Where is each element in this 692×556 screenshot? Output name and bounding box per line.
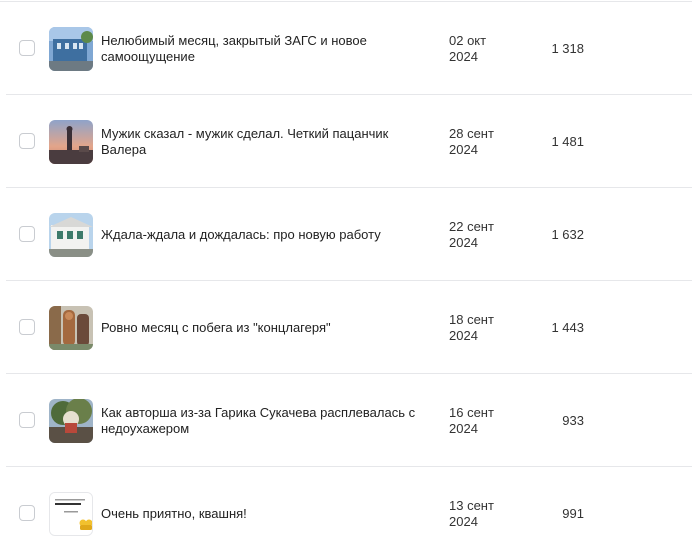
article-date: 16 сент 2024: [449, 405, 494, 436]
list-item[interactable]: Как авторша из-за Гарика Сукачева распле…: [0, 373, 692, 466]
building-photo-icon[interactable]: [49, 27, 93, 71]
row-checkbox[interactable]: [19, 40, 35, 56]
article-title[interactable]: Очень приятно, квашня!: [101, 506, 436, 522]
wooden-sculpture-photo-icon[interactable]: [49, 306, 93, 350]
list-item[interactable]: Нелюбимый месяц, закрытый ЗАГС и новое с…: [0, 1, 692, 94]
article-views: 1 632: [551, 227, 584, 242]
sunset-monument-photo-icon[interactable]: [49, 120, 93, 164]
list-item[interactable]: Ровно месяц с побега из "концлагеря" 18 …: [0, 280, 692, 373]
list-item[interactable]: Мужик сказал - мужик сделал. Четкий паца…: [0, 94, 692, 187]
article-title[interactable]: Как авторша из-за Гарика Сукачева распле…: [101, 405, 436, 437]
divider-gap: [0, 466, 6, 467]
list-item[interactable]: Ждала-ждала и дождалась: про новую работ…: [0, 187, 692, 280]
divider-gap: [0, 373, 6, 374]
article-title[interactable]: Нелюбимый месяц, закрытый ЗАГС и новое с…: [101, 33, 436, 65]
article-views: 1 443: [551, 320, 584, 335]
article-views: 1 318: [551, 41, 584, 56]
row-checkbox[interactable]: [19, 505, 35, 521]
article-list: Нелюбимый месяц, закрытый ЗАГС и новое с…: [0, 0, 692, 556]
article-views: 1 481: [551, 134, 584, 149]
row-checkbox[interactable]: [19, 412, 35, 428]
article-title[interactable]: Ровно месяц с побега из "концлагеря": [101, 320, 436, 336]
row-checkbox[interactable]: [19, 319, 35, 335]
article-date: 22 сент 2024: [449, 219, 494, 250]
divider-gap: [0, 187, 6, 188]
article-date: 02 окт 2024: [449, 33, 487, 64]
article-title[interactable]: Ждала-ждала и дождалась: про новую работ…: [101, 227, 436, 243]
article-title[interactable]: Мужик сказал - мужик сделал. Четкий паца…: [101, 126, 436, 158]
list-item[interactable]: Очень приятно, квашня! 13 сент 2024 991: [0, 466, 692, 556]
article-date: 28 сент 2024: [449, 126, 494, 157]
text-card-thumbs-up-icon[interactable]: [49, 492, 93, 536]
row-checkbox[interactable]: [19, 133, 35, 149]
article-views: 933: [562, 413, 584, 428]
white-house-photo-icon[interactable]: [49, 213, 93, 257]
divider-gap: [0, 280, 6, 281]
row-checkbox[interactable]: [19, 226, 35, 242]
article-date: 13 сент 2024: [449, 498, 494, 529]
article-views: 991: [562, 506, 584, 521]
article-date: 18 сент 2024: [449, 312, 494, 343]
tree-garden-photo-icon[interactable]: [49, 399, 93, 443]
divider-gap: [0, 94, 6, 95]
